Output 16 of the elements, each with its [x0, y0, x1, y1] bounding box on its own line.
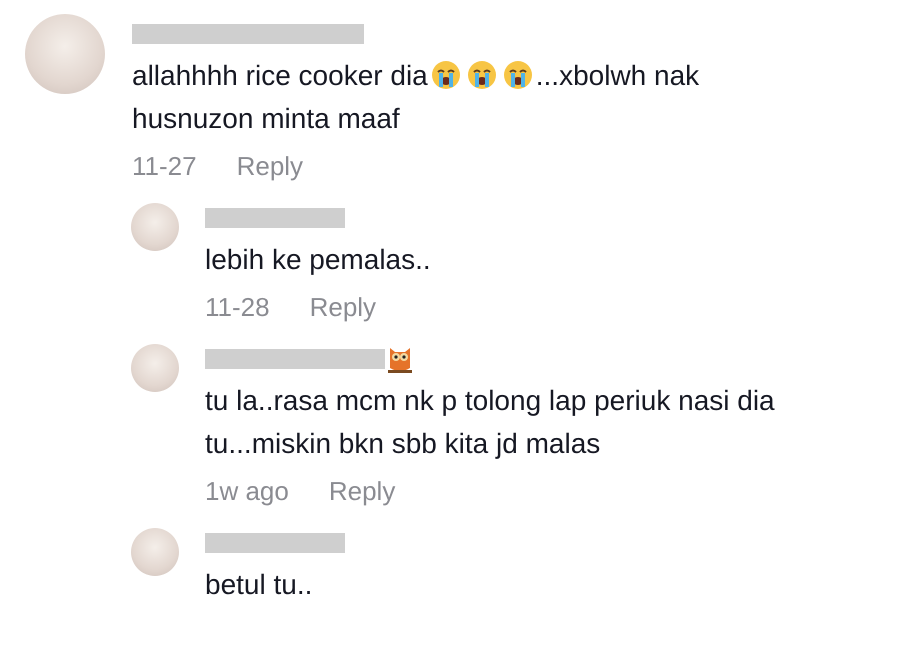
reply-link[interactable]: Reply — [310, 292, 376, 322]
crying-face-icon — [466, 60, 497, 90]
comment-text: tu la..rasa mcm nk p tolong lap periuk nasi dia tu...miskin bkn sbb kita jd malas — [205, 384, 776, 461]
avatar-photo-placeholder[interactable] — [131, 203, 179, 251]
comment-date: 11-28 — [205, 292, 270, 322]
comment-text: betul tu.. — [205, 568, 314, 602]
reply-link[interactable]: Reply — [236, 150, 304, 182]
comment-text: lebih ke pemalas.. — [205, 243, 432, 277]
comment-date: 11-27 — [132, 150, 197, 182]
reply-link[interactable]: Reply — [328, 476, 396, 506]
comment-date: 1w ago — [205, 476, 289, 506]
comment-text: allahhhh rice cooker dia ...xbolwh nak husnuzon minta maaf — [132, 59, 700, 136]
crying-face-icon — [502, 60, 533, 90]
avatar-photo-placeholder[interactable] — [131, 344, 179, 392]
avatar-photo-placeholder[interactable] — [131, 528, 179, 576]
crying-face-icon — [430, 60, 461, 90]
